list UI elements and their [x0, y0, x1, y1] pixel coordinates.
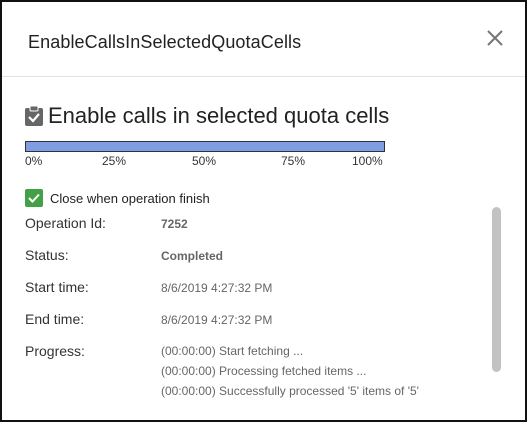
- scale-label-0: 0%: [25, 154, 43, 168]
- dialog-body: Enable calls in selected quota cells 0% …: [2, 77, 525, 420]
- operation-dialog: EnableCallsInSelectedQuotaCells Enable c…: [0, 0, 527, 422]
- checkmark-icon: [28, 193, 40, 203]
- scrollbar-thumb[interactable]: [492, 207, 501, 372]
- scale-label-25: 25%: [102, 154, 127, 168]
- progress-log-line: (00:00:00) Successfully processed '5' it…: [161, 384, 419, 398]
- close-when-finish-checkbox[interactable]: [25, 189, 43, 207]
- clipboard-check-icon: [25, 105, 43, 126]
- status-label: Status:: [25, 247, 69, 263]
- operation-id-label: Operation Id:: [25, 215, 106, 231]
- status-value: Completed: [161, 249, 224, 263]
- operation-title-text: Enable calls in selected quota cells: [48, 103, 390, 128]
- close-icon: [487, 30, 503, 46]
- dialog-header: EnableCallsInSelectedQuotaCells: [2, 2, 525, 77]
- close-when-finish-checkbox-row[interactable]: Close when operation finish: [25, 189, 210, 207]
- end-time-label: End time:: [25, 311, 85, 327]
- start-time-label: Start time:: [25, 279, 89, 295]
- scale-label-100: 100%: [352, 154, 383, 168]
- progress-log-line: (00:00:00) Start fetching ...: [161, 344, 304, 358]
- start-time-value: 8/6/2019 4:27:32 PM: [161, 281, 273, 295]
- scale-label-75: 75%: [281, 154, 306, 168]
- operation-id-value: 7252: [161, 217, 188, 231]
- close-button[interactable]: [485, 28, 505, 48]
- progress-scale: 0% 25% 50% 75% 100%: [25, 154, 385, 170]
- progress-label: Progress:: [25, 343, 85, 359]
- end-time-value: 8/6/2019 4:27:32 PM: [161, 313, 273, 327]
- close-when-finish-label: Close when operation finish: [50, 190, 210, 206]
- progress-bar-fill: [26, 142, 384, 151]
- scale-label-50: 50%: [192, 154, 217, 168]
- dialog-title: EnableCallsInSelectedQuotaCells: [28, 32, 302, 52]
- progress-log-line: (00:00:00) Processing fetched items ...: [161, 364, 367, 378]
- progress-bar: [25, 141, 385, 152]
- operation-title: Enable calls in selected quota cells: [24, 103, 389, 129]
